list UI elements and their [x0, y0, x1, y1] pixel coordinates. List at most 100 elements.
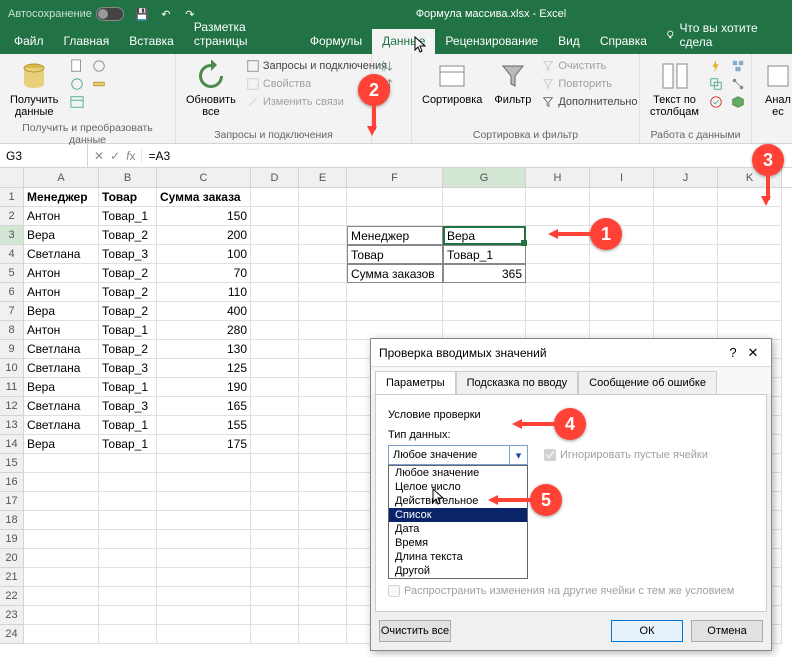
row-header[interactable]: 8: [0, 321, 24, 340]
cell[interactable]: [299, 568, 347, 587]
cell[interactable]: [251, 416, 299, 435]
cell[interactable]: [654, 302, 718, 321]
autosave-toggle[interactable]: Автосохранение: [8, 7, 124, 21]
cell[interactable]: [526, 245, 590, 264]
cell[interactable]: [251, 397, 299, 416]
cell[interactable]: [347, 188, 443, 207]
cell[interactable]: 165: [157, 397, 251, 416]
cell[interactable]: [654, 283, 718, 302]
undo-icon[interactable]: ↶: [158, 6, 174, 22]
cell[interactable]: 200: [157, 226, 251, 245]
queries-button[interactable]: Запросы и подключения: [244, 58, 389, 74]
cell[interactable]: [654, 245, 718, 264]
help-icon[interactable]: ?: [723, 345, 743, 360]
type-option[interactable]: Длина текста: [389, 550, 527, 564]
sort-button[interactable]: Сортировка: [418, 58, 486, 108]
cell[interactable]: [718, 226, 782, 245]
cell[interactable]: [157, 511, 251, 530]
cell[interactable]: [24, 530, 99, 549]
row-header[interactable]: 15: [0, 454, 24, 473]
cell[interactable]: [251, 302, 299, 321]
cell[interactable]: [99, 587, 157, 606]
cell[interactable]: [251, 359, 299, 378]
row-header[interactable]: 11: [0, 378, 24, 397]
cell[interactable]: [99, 625, 157, 644]
cell[interactable]: Товар_2: [99, 283, 157, 302]
cell[interactable]: Менеджер: [24, 188, 99, 207]
col-header[interactable]: G: [443, 168, 526, 187]
row-header[interactable]: 4: [0, 245, 24, 264]
cell[interactable]: Светлана: [24, 340, 99, 359]
cell[interactable]: [157, 606, 251, 625]
cell[interactable]: [299, 530, 347, 549]
cell[interactable]: [718, 188, 782, 207]
cell[interactable]: [718, 245, 782, 264]
text-to-columns-button[interactable]: Текст по столбцам: [646, 58, 703, 120]
type-dropdown-list[interactable]: Любое значение Целое число Действительно…: [388, 465, 528, 579]
row-header[interactable]: 12: [0, 397, 24, 416]
cell[interactable]: [299, 549, 347, 568]
cell[interactable]: Товар_2: [99, 264, 157, 283]
row-header[interactable]: 5: [0, 264, 24, 283]
row-header[interactable]: 19: [0, 530, 24, 549]
row-header[interactable]: 22: [0, 587, 24, 606]
data-model-button[interactable]: [729, 94, 747, 110]
cell[interactable]: [157, 530, 251, 549]
cell[interactable]: [251, 549, 299, 568]
col-header[interactable]: I: [590, 168, 654, 187]
tab-review[interactable]: Рецензирование: [435, 29, 548, 54]
cell[interactable]: 155: [157, 416, 251, 435]
dialog-tab-error[interactable]: Сообщение об ошибке: [578, 371, 717, 394]
cell[interactable]: [24, 549, 99, 568]
cell[interactable]: [654, 264, 718, 283]
cell[interactable]: [299, 378, 347, 397]
row-header[interactable]: 24: [0, 625, 24, 644]
cell[interactable]: [251, 188, 299, 207]
cell[interactable]: [251, 245, 299, 264]
cell[interactable]: [443, 283, 526, 302]
cell[interactable]: [251, 340, 299, 359]
cell[interactable]: [526, 302, 590, 321]
cell[interactable]: [347, 207, 443, 226]
cell[interactable]: Товар_1: [443, 245, 526, 264]
cell[interactable]: Товар_2: [99, 226, 157, 245]
select-all-corner[interactable]: [0, 168, 24, 187]
cell[interactable]: [251, 454, 299, 473]
col-header[interactable]: H: [526, 168, 590, 187]
type-option[interactable]: Время: [389, 536, 527, 550]
ok-button[interactable]: ОК: [611, 620, 683, 642]
col-header[interactable]: A: [24, 168, 99, 187]
cell[interactable]: [251, 625, 299, 644]
cell[interactable]: [99, 549, 157, 568]
col-header[interactable]: D: [251, 168, 299, 187]
get-data-button[interactable]: Получить данные: [6, 58, 62, 120]
cell[interactable]: [24, 606, 99, 625]
row-header[interactable]: 7: [0, 302, 24, 321]
cell[interactable]: Товар: [347, 245, 443, 264]
cell[interactable]: [718, 207, 782, 226]
col-header[interactable]: F: [347, 168, 443, 187]
cell[interactable]: [251, 226, 299, 245]
cell[interactable]: [251, 207, 299, 226]
row-header[interactable]: 18: [0, 511, 24, 530]
tab-home[interactable]: Главная: [54, 29, 120, 54]
cell[interactable]: [251, 378, 299, 397]
formula-input[interactable]: [148, 149, 786, 163]
cell[interactable]: [299, 606, 347, 625]
cell[interactable]: [443, 302, 526, 321]
tab-formulas[interactable]: Формулы: [300, 29, 372, 54]
type-option[interactable]: Любое значение: [389, 466, 527, 480]
cell[interactable]: Товар_3: [99, 359, 157, 378]
cell[interactable]: [718, 264, 782, 283]
cell[interactable]: [157, 492, 251, 511]
cell[interactable]: Антон: [24, 283, 99, 302]
cell[interactable]: [526, 283, 590, 302]
tab-data[interactable]: Данные: [372, 29, 435, 54]
analyze-button[interactable]: Анал ес: [758, 58, 792, 120]
cell[interactable]: [299, 188, 347, 207]
cell[interactable]: Светлана: [24, 245, 99, 264]
row-header[interactable]: 21: [0, 568, 24, 587]
cell[interactable]: [526, 264, 590, 283]
cell[interactable]: [157, 454, 251, 473]
cancel-button[interactable]: Отмена: [691, 620, 763, 642]
